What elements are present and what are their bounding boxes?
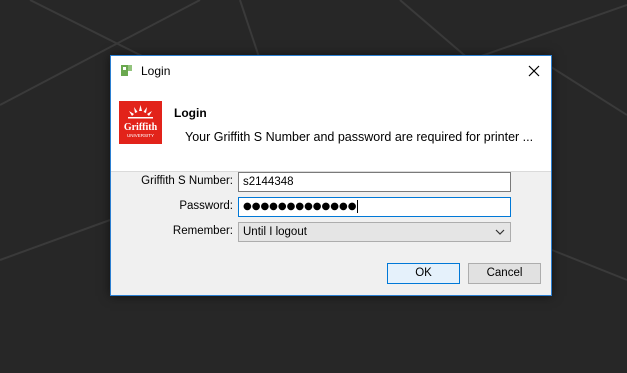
- desktop-background: Login Griffith UNIVERSITY Login Your Gri…: [0, 0, 627, 373]
- remember-select[interactable]: Until I logout: [238, 222, 511, 242]
- svg-text:Griffith: Griffith: [124, 122, 158, 133]
- remember-selected-value: Until I logout: [243, 226, 307, 238]
- password-label: Password:: [179, 200, 233, 212]
- chevron-down-icon: [495, 229, 505, 235]
- ok-button[interactable]: OK: [387, 263, 460, 284]
- header-description: Your Griffith S Number and password are …: [185, 130, 534, 144]
- remember-label: Remember:: [172, 225, 233, 237]
- papercut-icon: [120, 64, 134, 78]
- login-dialog: Login Griffith UNIVERSITY Login Your Gri…: [110, 55, 552, 296]
- dialog-header: Griffith UNIVERSITY Login Your Griffith …: [111, 87, 551, 172]
- header-title: Login: [174, 106, 207, 120]
- griffith-logo: Griffith UNIVERSITY: [119, 101, 162, 144]
- username-label: Griffith S Number:: [141, 175, 233, 187]
- password-field[interactable]: ●●●●●●●●●●●●●: [238, 197, 511, 217]
- text-caret: [357, 199, 359, 213]
- cancel-button[interactable]: Cancel: [468, 263, 541, 284]
- window-title: Login: [141, 64, 171, 78]
- svg-text:UNIVERSITY: UNIVERSITY: [127, 133, 154, 138]
- title-bar: Login: [111, 56, 551, 87]
- close-icon: [528, 65, 540, 77]
- close-button[interactable]: [517, 56, 551, 86]
- password-mask: ●●●●●●●●●●●●●: [243, 201, 357, 212]
- username-field[interactable]: [238, 172, 511, 192]
